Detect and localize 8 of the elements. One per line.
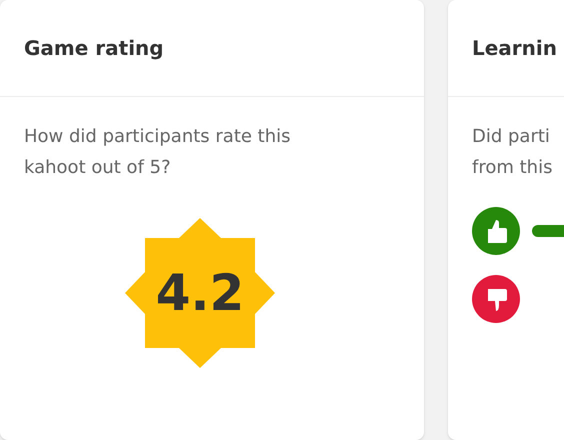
card-title: Game rating (24, 35, 164, 62)
card-title: Learnin (472, 35, 557, 62)
question-text: How did participants rate this kahoot out of 5? (24, 125, 292, 180)
thumbs-up-icon (472, 207, 520, 255)
question-text: Did parti from this (472, 125, 554, 180)
star-badge-icon (124, 217, 276, 369)
rating-value: 4.2 (156, 265, 244, 321)
thumbs-down-icon (472, 275, 520, 323)
